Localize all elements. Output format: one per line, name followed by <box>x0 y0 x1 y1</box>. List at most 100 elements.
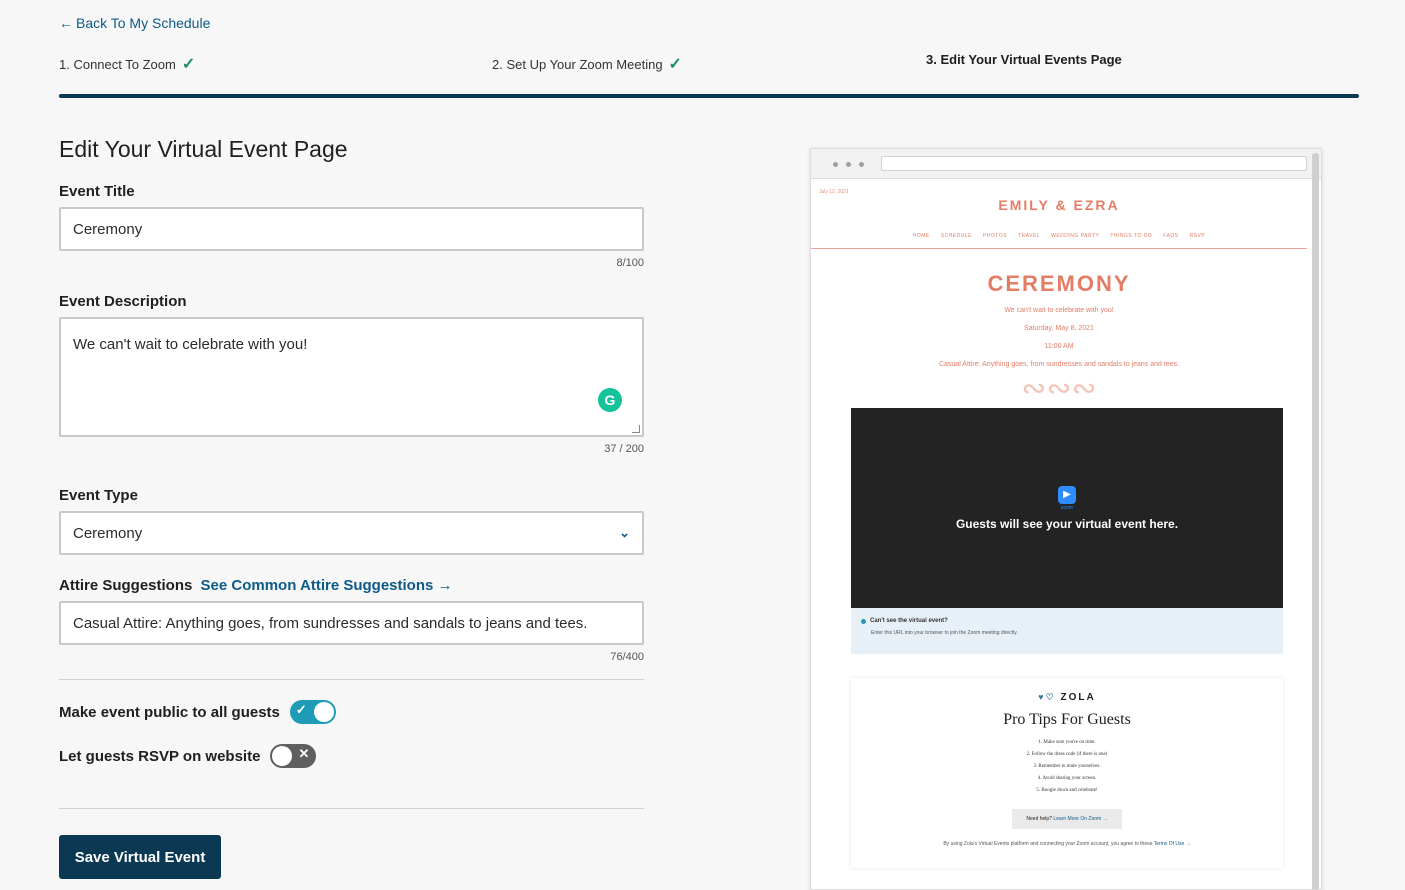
flourish-ornament-icon: ∾∾∾ <box>1021 372 1097 405</box>
learn-more-zoom-link[interactable]: Learn More On Zoom <box>1053 816 1101 822</box>
tip-item: 4. Avoid sharing your screen. <box>1037 776 1097 781</box>
event-title-label: Event Title <box>59 183 135 200</box>
check-icon: ✓ <box>295 702 307 717</box>
site-nav: HOME SCHEDULE PHOTOS TRAVEL WEDDING PART… <box>811 233 1307 239</box>
browser-chrome <box>811 149 1321 179</box>
save-virtual-event-button[interactable]: Save Virtual Event <box>59 835 221 879</box>
wedding-date: July 12, 2021 <box>819 189 849 195</box>
event-page-preview: July 12, 2021 EMILY & EZRA HOME SCHEDULE… <box>810 148 1322 890</box>
toggle-knob <box>313 702 334 722</box>
arrow-right-icon: → <box>1102 816 1108 822</box>
cant-see-title-row: Can't see the virtual event? <box>861 618 1273 624</box>
wedding-site: July 12, 2021 EMILY & EZRA HOME SCHEDULE… <box>811 179 1307 868</box>
cant-see-event-box: Can't see the virtual event? Enter this … <box>851 608 1283 654</box>
public-toggle-label: Make event public to all guests <box>59 703 280 721</box>
nav-item: SCHEDULE <box>940 233 972 239</box>
grammarly-icon[interactable]: G <box>598 388 622 412</box>
public-toggle-row: Make event public to all guests ✓ <box>59 700 644 724</box>
step-indicator: 1. Connect To Zoom ✓ 2. Set Up Your Zoom… <box>59 52 1359 76</box>
arrow-right-icon: → <box>437 577 453 594</box>
description-char-counter: 37 / 200 <box>604 443 644 455</box>
zoom-wordmark: zoom <box>1060 504 1074 511</box>
terms-text: By using Zola's Virtual Events platform … <box>943 841 1153 847</box>
event-type-value: Ceremony <box>73 524 143 542</box>
progress-bar <box>59 94 1359 98</box>
step-2: 2. Set Up Your Zoom Meeting ✓ <box>492 54 682 74</box>
step-2-label: 2. Set Up Your Zoom Meeting <box>492 56 663 72</box>
couple-names: EMILY & EZRA <box>998 197 1120 213</box>
checkmark-icon: ✓ <box>181 56 196 73</box>
attire-value: Casual Attire: Anything goes, from sundr… <box>73 614 588 632</box>
attire-label: Attire Suggestions <box>59 577 193 594</box>
attire-char-counter: 76/400 <box>610 651 644 663</box>
url-bar <box>881 156 1307 171</box>
rsvp-toggle[interactable]: ✕ <box>270 744 317 768</box>
event-type-label: Event Type <box>59 487 138 504</box>
back-link-label: Back To My Schedule <box>76 15 211 31</box>
preview-event-time: 11:00 AM <box>1044 343 1074 350</box>
nav-divider <box>811 248 1307 249</box>
event-description-label: Event Description <box>59 293 187 310</box>
toggle-knob <box>272 746 293 766</box>
nav-item: HOME <box>912 233 930 239</box>
cant-see-desc: Enter this URL into your browser to join… <box>871 630 1018 636</box>
rsvp-toggle-label: Let guests RSVP on website <box>59 747 261 765</box>
zola-brand: ZOLA <box>1060 692 1096 703</box>
preview-event-date: Saturday, May 8, 2021 <box>1024 325 1094 332</box>
terms-notice: By using Zola's Virtual Events platform … <box>851 841 1283 847</box>
hearts-icon: ♥♡ <box>1038 692 1056 702</box>
nav-item: FAQS <box>1163 233 1179 239</box>
preview-event-title: CEREMONY <box>987 271 1131 296</box>
step-1-label: 1. Connect To Zoom <box>59 56 176 72</box>
window-dot-icon <box>846 162 851 167</box>
resize-handle-icon[interactable] <box>632 425 640 433</box>
attire-label-row: Attire Suggestions See Common Attire Sug… <box>59 577 644 594</box>
preview-event-desc: We can't wait to celebrate with you! <box>1004 307 1114 314</box>
step-3: 3. Edit Your Virtual Events Page <box>926 52 1122 67</box>
event-title-input[interactable]: Ceremony <box>59 207 644 251</box>
event-type-select[interactable]: Ceremony ⌄ <box>59 511 644 555</box>
video-placeholder: ▶ zoom Guests will see your virtual even… <box>851 408 1283 608</box>
event-description-textarea[interactable]: We can't wait to celebrate with you! G <box>59 317 644 437</box>
need-help-text: Need help? <box>1026 816 1052 822</box>
chevron-down-icon: ⌄ <box>619 525 630 540</box>
tip-item: 3. Remember to mute yourselves. <box>1033 764 1101 769</box>
attire-link-label: See Common Attire Suggestions <box>200 577 434 594</box>
page-title: Edit Your Virtual Event Page <box>59 136 348 162</box>
event-title-value: Ceremony <box>73 220 143 238</box>
attire-input[interactable]: Casual Attire: Anything goes, from sundr… <box>59 601 644 645</box>
preview-scrollbar[interactable] <box>1312 153 1319 889</box>
nav-item: THINGS TO DO <box>1110 233 1153 239</box>
tip-item: 1. Make sure you're on time. <box>1038 740 1096 745</box>
pro-tips-title: Pro Tips For Guests <box>1003 711 1131 728</box>
window-dot-icon <box>859 162 864 167</box>
terms-of-use-link[interactable]: Terms Of Use <box>1154 841 1185 847</box>
arrow-left-icon: ← <box>59 15 73 31</box>
virtual-event-form: Edit Your Virtual Event Page Event Title… <box>59 136 644 809</box>
close-icon: ✕ <box>298 746 310 761</box>
zoom-camera-icon: ▶ <box>1058 485 1076 504</box>
tip-item: 2. Follow the dress code (if there is on… <box>1026 752 1108 757</box>
pro-tips-card: ♥♡ ZOLA Pro Tips For Guests 1. Make sure… <box>851 678 1283 868</box>
video-placeholder-text: Guests will see your virtual event here. <box>955 516 1179 531</box>
bullet-icon <box>861 618 866 624</box>
nav-item: RSVP <box>1189 233 1206 239</box>
step-1: 1. Connect To Zoom ✓ <box>59 54 195 74</box>
attire-suggestions-link[interactable]: See Common Attire Suggestions → <box>201 577 453 594</box>
divider <box>59 679 644 680</box>
need-help-box: Need help? Learn More On Zoom → <box>1012 809 1122 829</box>
public-toggle[interactable]: ✓ <box>289 700 336 724</box>
rsvp-toggle-row: Let guests RSVP on website ✕ <box>59 744 644 768</box>
tips-list: 1. Make sure you're on time. 2. Follow t… <box>851 737 1283 797</box>
checkmark-icon: ✓ <box>668 56 682 73</box>
nav-item: WEDDING PARTY <box>1051 233 1100 239</box>
nav-item: TRAVEL <box>1018 233 1041 239</box>
preview-event-attire: Casual Attire: Anything goes, from sundr… <box>938 361 1180 368</box>
arrow-right-icon: → <box>1185 841 1191 847</box>
event-description-value: We can't wait to celebrate with you! <box>73 336 308 353</box>
nav-item: PHOTOS <box>982 233 1007 239</box>
back-to-schedule-link[interactable]: ← Back To My Schedule <box>59 15 210 31</box>
tip-item: 5. Boogie down and celebrate! <box>1036 788 1098 793</box>
window-dot-icon <box>833 162 838 167</box>
step-3-label: 3. Edit Your Virtual Events Page <box>926 52 1122 67</box>
